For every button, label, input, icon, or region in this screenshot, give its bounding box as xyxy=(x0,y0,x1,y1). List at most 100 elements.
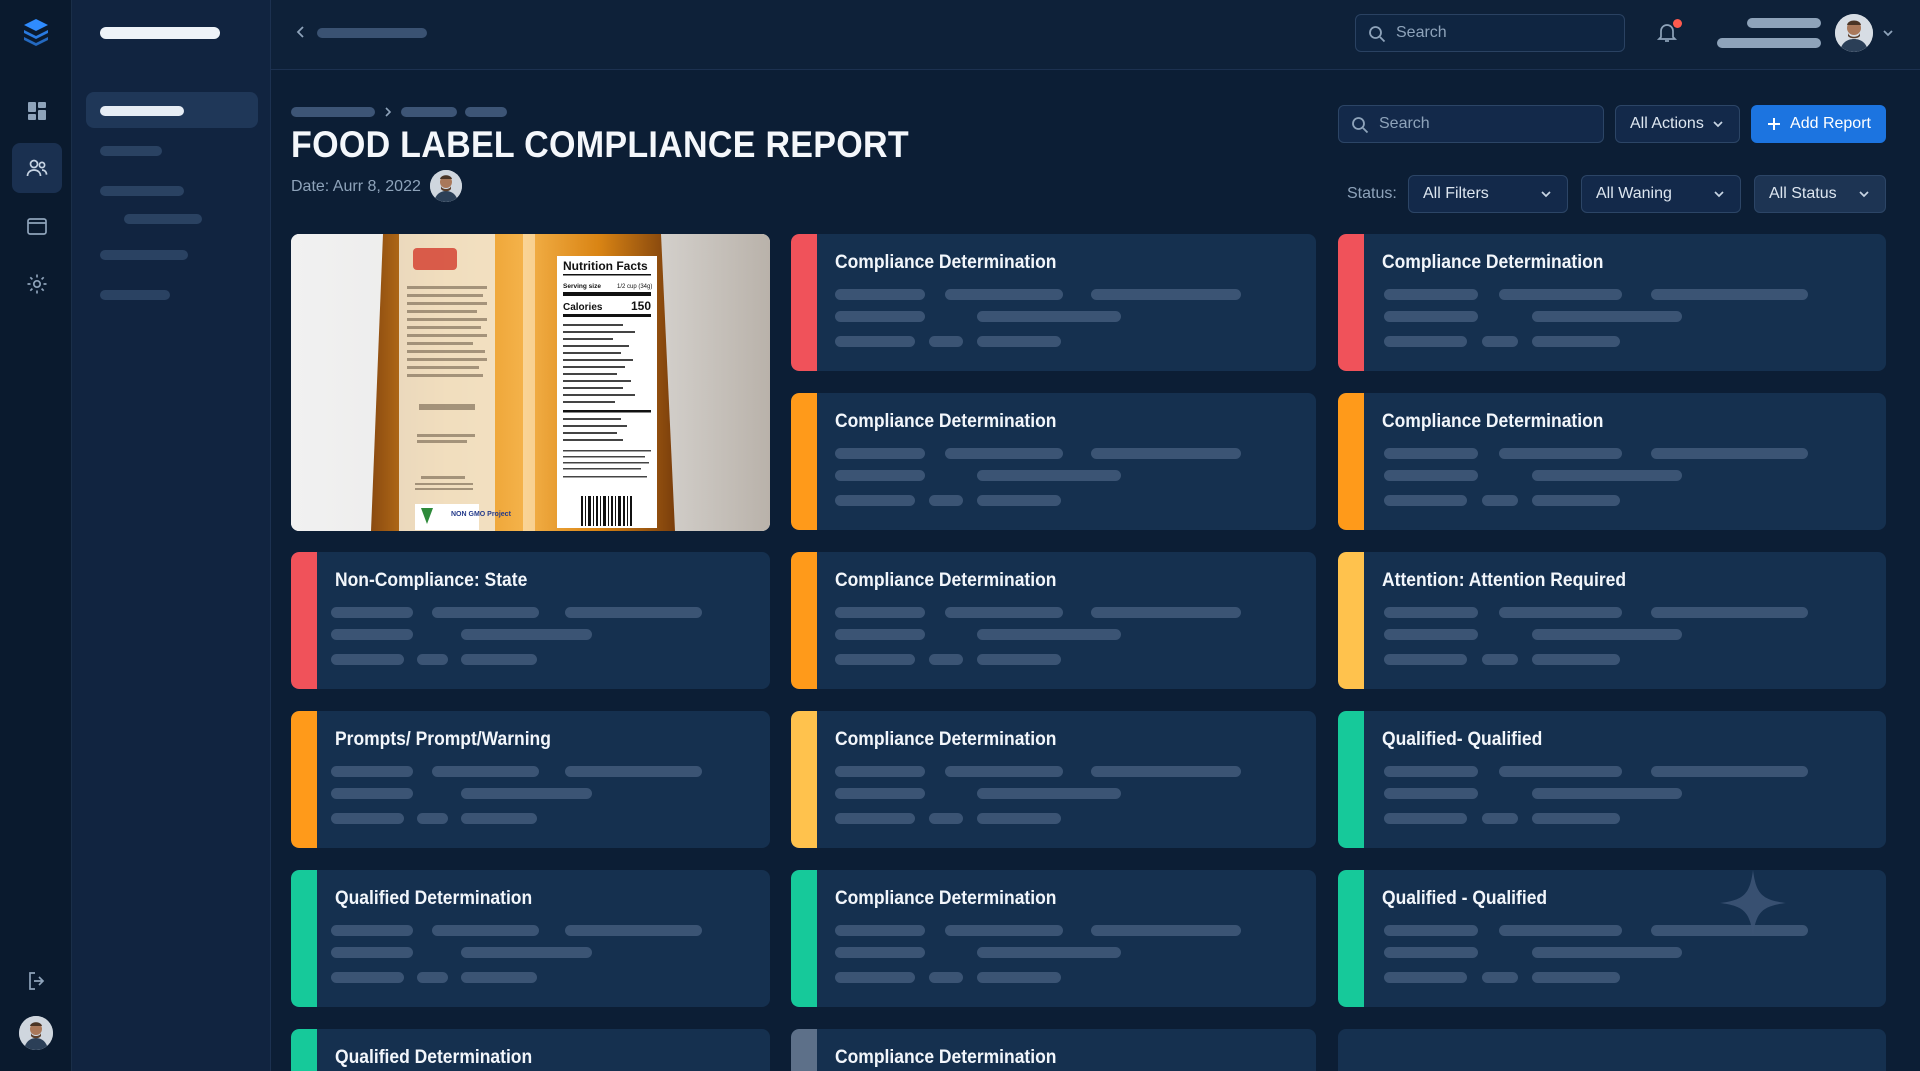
card-text-placeholder xyxy=(977,972,1061,983)
breadcrumb-item-placeholder[interactable] xyxy=(401,107,457,117)
card-text-placeholder xyxy=(431,925,540,936)
notification-dot xyxy=(1673,19,1682,28)
sidebar-item-4[interactable] xyxy=(100,250,188,260)
card-title: Qualified Determination xyxy=(335,888,533,909)
compliance-card[interactable]: Qualified Determination xyxy=(291,870,770,1007)
compliance-card[interactable]: Compliance Determination xyxy=(1338,234,1886,371)
filters-dropdown[interactable]: All Filters xyxy=(1408,175,1568,213)
card-text-placeholder xyxy=(1383,629,1478,640)
card-title: Compliance Determination xyxy=(1382,252,1604,273)
compliance-card[interactable]: Compliance Determination xyxy=(791,234,1316,371)
warning-dropdown[interactable]: All Waning xyxy=(1581,175,1741,213)
top-bar: Search xyxy=(271,0,1920,70)
back-chevron-icon[interactable] xyxy=(293,24,309,40)
top-search-input[interactable]: Search xyxy=(1355,14,1625,52)
logo-icon[interactable] xyxy=(20,16,52,48)
card-text-placeholder xyxy=(835,289,925,300)
card-text-placeholder xyxy=(1383,289,1478,300)
plus-icon xyxy=(1768,118,1781,130)
status-dropdown[interactable]: All Status xyxy=(1754,175,1886,213)
profile-avatar[interactable] xyxy=(1835,14,1873,52)
card-text-placeholder xyxy=(1532,470,1683,481)
status-color-bar xyxy=(1338,711,1364,848)
card-text-placeholder xyxy=(835,788,925,799)
card-text-placeholder xyxy=(929,495,963,506)
users-icon[interactable] xyxy=(12,143,62,193)
add-report-button[interactable]: Add Report xyxy=(1751,105,1886,143)
actions-dropdown[interactable]: All Actions xyxy=(1615,105,1740,143)
card-text-placeholder xyxy=(564,766,702,777)
card-text-placeholder xyxy=(835,925,925,936)
card-text-placeholder xyxy=(1532,495,1620,506)
compliance-card[interactable]: Qualified Determination xyxy=(291,1029,770,1071)
breadcrumb-item-placeholder[interactable] xyxy=(465,107,507,117)
settings-icon[interactable] xyxy=(12,259,62,309)
sidebar-item-3[interactable] xyxy=(100,186,184,196)
card-text-placeholder xyxy=(835,470,925,481)
compliance-card[interactable]: Prompts/ Prompt/Warning xyxy=(291,711,770,848)
card-text-placeholder xyxy=(416,972,448,983)
chevron-down-icon xyxy=(1859,191,1869,198)
card-text-placeholder xyxy=(977,788,1121,799)
card-text-placeholder xyxy=(1091,448,1241,459)
compliance-card[interactable]: Non-Compliance: State xyxy=(291,552,770,689)
user-role-placeholder xyxy=(1717,38,1821,48)
compliance-card[interactable]: Compliance Determination xyxy=(1338,393,1886,530)
chevron-down-icon[interactable] xyxy=(1881,26,1895,40)
card-text-placeholder xyxy=(1091,607,1241,618)
compliance-card[interactable]: Attention: Attention Required xyxy=(1338,552,1886,689)
sidebar-subitem[interactable] xyxy=(124,214,202,224)
sparkle-icon xyxy=(1720,870,1786,936)
card-text-placeholder xyxy=(1383,972,1468,983)
page-title: FOOD LABEL COMPLIANCE REPORT xyxy=(291,124,909,165)
folder-icon[interactable] xyxy=(12,201,62,251)
status-color-bar xyxy=(1338,393,1364,530)
logout-icon[interactable] xyxy=(12,956,62,1006)
card-text-placeholder xyxy=(416,654,448,665)
chevron-down-icon xyxy=(1541,191,1551,198)
compliance-card[interactable] xyxy=(1338,1029,1886,1071)
compliance-card[interactable]: Compliance Determination xyxy=(791,711,1316,848)
compliance-card[interactable]: Compliance Determination xyxy=(791,870,1316,1007)
compliance-card[interactable]: Qualified- Qualified xyxy=(1338,711,1886,848)
card-text-placeholder xyxy=(1383,788,1478,799)
card-title: Attention: Attention Required xyxy=(1382,570,1627,591)
card-text-placeholder xyxy=(331,629,414,640)
report-search-input[interactable]: Search xyxy=(1338,105,1604,143)
user-avatar[interactable] xyxy=(19,1016,53,1050)
compliance-card[interactable]: Compliance Determination xyxy=(791,1029,1316,1071)
card-text-placeholder xyxy=(945,766,1063,777)
nutrition-title: Nutrition Facts xyxy=(563,259,648,273)
card-title: Compliance Determination xyxy=(835,570,1057,591)
status-color-bar xyxy=(791,870,817,1007)
chip-bag-illustration: NON GMO Project Nutrition Facts Serving … xyxy=(291,234,770,531)
top-breadcrumb-placeholder xyxy=(317,28,427,38)
card-title: Compliance Determination xyxy=(835,252,1057,273)
compliance-card[interactable]: Compliance Determination xyxy=(791,393,1316,530)
card-text-placeholder xyxy=(1091,289,1241,300)
card-text-placeholder xyxy=(431,607,540,618)
card-text-placeholder xyxy=(835,311,925,322)
card-text-placeholder xyxy=(835,448,925,459)
card-text-placeholder xyxy=(977,947,1121,958)
sidebar-item-5[interactable] xyxy=(100,290,170,300)
card-text-placeholder xyxy=(1532,336,1620,347)
status-dropdown-label: All Status xyxy=(1769,185,1837,202)
card-text-placeholder xyxy=(416,813,448,824)
card-text-placeholder xyxy=(835,813,915,824)
compliance-card[interactable]: Compliance Determination xyxy=(791,552,1316,689)
calories-value: 150 xyxy=(631,299,651,313)
product-label-image[interactable]: NON GMO Project Nutrition Facts Serving … xyxy=(291,234,770,531)
card-text-placeholder xyxy=(1498,448,1622,459)
sidebar-item-2[interactable] xyxy=(100,146,162,156)
card-text-placeholder xyxy=(1383,813,1468,824)
status-color-bar xyxy=(1338,870,1364,1007)
dashboard-icon[interactable] xyxy=(12,86,62,136)
card-text-placeholder xyxy=(1383,947,1478,958)
breadcrumb-item-placeholder[interactable] xyxy=(291,107,375,117)
compliance-card[interactable]: Qualified - Qualified xyxy=(1338,870,1886,1007)
card-text-placeholder xyxy=(431,766,540,777)
author-avatar[interactable] xyxy=(430,170,462,202)
card-text-placeholder xyxy=(331,925,414,936)
user-name-placeholder xyxy=(1747,18,1821,28)
